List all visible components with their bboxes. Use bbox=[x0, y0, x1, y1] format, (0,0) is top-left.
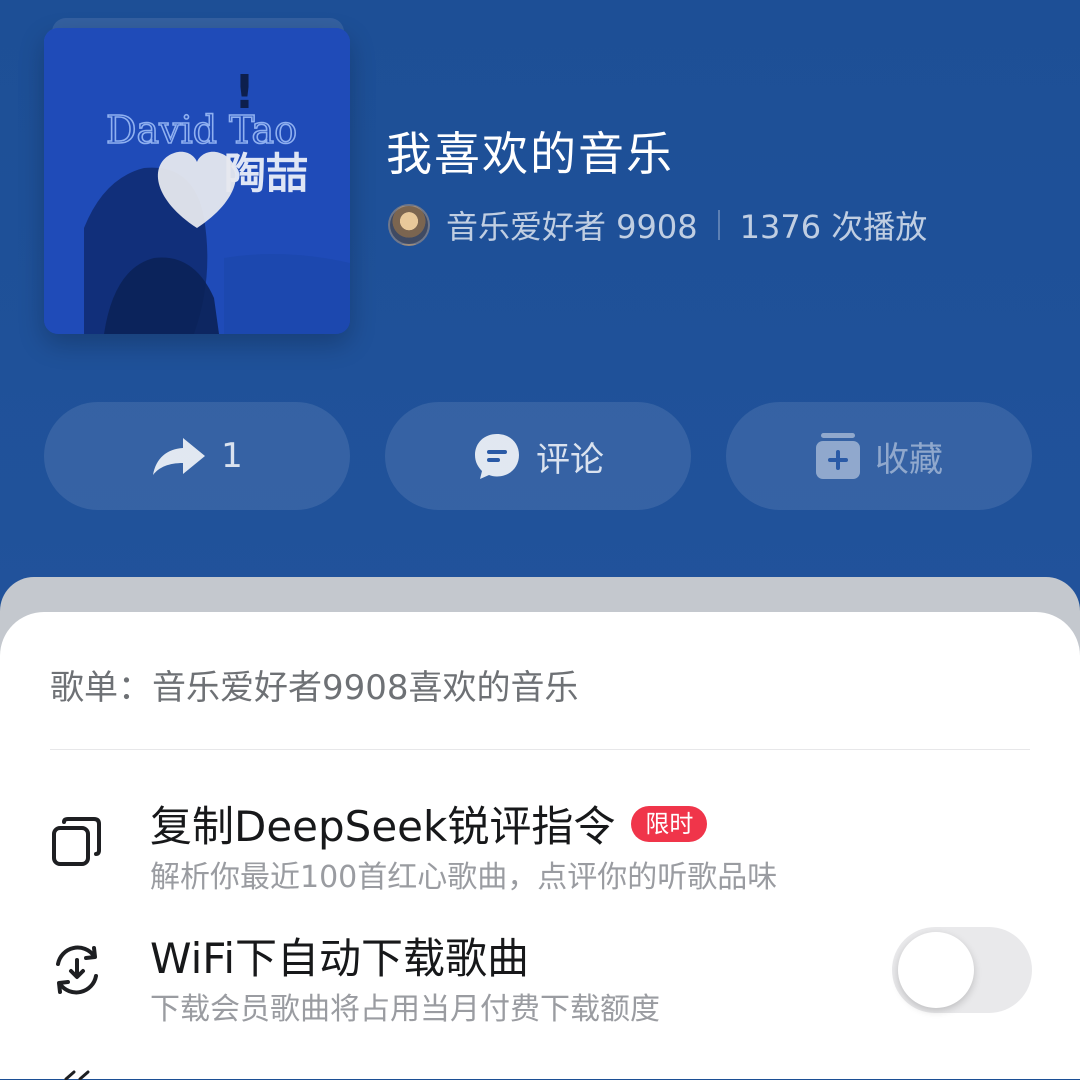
share-icon bbox=[153, 438, 206, 475]
copy-deepseek-subtitle: 解析你最近100首红心歌曲，点评你的听歌品味 bbox=[150, 860, 778, 895]
avatar[interactable] bbox=[388, 204, 430, 246]
toggle-knob bbox=[898, 932, 974, 1008]
comment-icon bbox=[475, 434, 519, 479]
add-collection-icon bbox=[816, 433, 860, 479]
wifi-download-title: WiFi下自动下载歌曲 bbox=[150, 934, 530, 983]
sheet-playlist-line: 歌单：音乐爱好者9908喜欢的音乐 bbox=[50, 668, 579, 708]
collect-button[interactable]: 收藏 bbox=[726, 402, 1032, 510]
auto-download-icon bbox=[56, 945, 98, 995]
wifi-download-toggle[interactable] bbox=[892, 927, 1032, 1013]
copy-icon bbox=[52, 817, 101, 866]
share-button[interactable]: 1 bbox=[44, 402, 350, 510]
copy-deepseek-title: 复制DeepSeek锐评指令 bbox=[150, 802, 616, 851]
collect-label: 收藏 bbox=[875, 439, 943, 480]
wifi-download-subtitle: 下载会员歌曲将占用当月付费下载额度 bbox=[150, 992, 660, 1027]
menu-item-title: 复制DeepSeek锐评指令 限时 bbox=[150, 793, 708, 854]
playlist-title: 我喜欢的音乐 bbox=[386, 127, 674, 181]
playlist-meta: 音乐爱好者 9908 1376 次播放 bbox=[388, 203, 927, 247]
playlist-cover[interactable]: David Tao ! 陶喆 bbox=[44, 28, 350, 334]
cover-art: David Tao ! 陶喆 bbox=[44, 28, 350, 334]
play-count: 1376 次播放 bbox=[739, 208, 928, 246]
meta-divider bbox=[717, 210, 720, 240]
comment-label: 评论 bbox=[536, 439, 604, 480]
playlist-header: David Tao ! 陶喆 我喜欢的音乐 音乐爱好者 9908 1376 次播… bbox=[0, 0, 1080, 600]
comment-button[interactable]: 评论 bbox=[385, 402, 691, 510]
sheet-divider bbox=[50, 749, 1030, 750]
cover-subtitle-text: 陶喆 bbox=[224, 149, 308, 198]
share-count: 1 bbox=[221, 436, 243, 476]
cover-exclaim-text: ! bbox=[234, 65, 255, 119]
cover-artist-text: David Tao bbox=[106, 108, 297, 152]
creator-name[interactable]: 音乐爱好者 9908 bbox=[446, 202, 698, 248]
limited-time-badge: 限时 bbox=[631, 805, 708, 842]
